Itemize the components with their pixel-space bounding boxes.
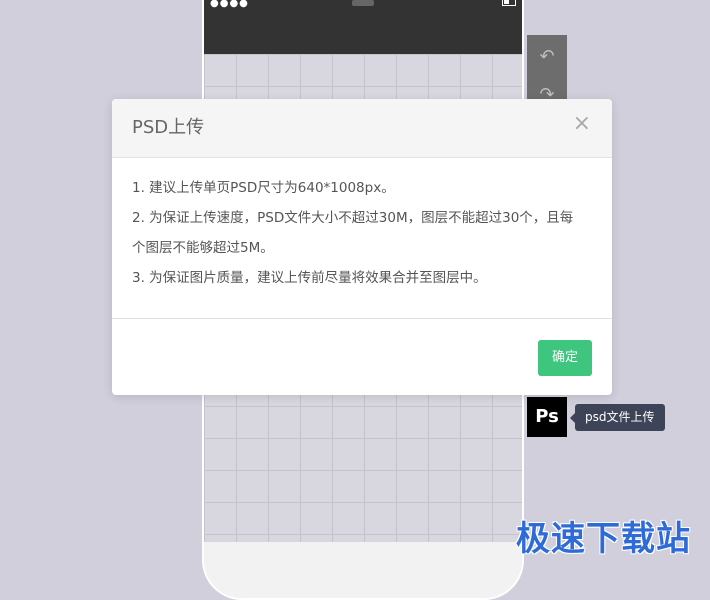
close-icon[interactable]: × (573, 113, 591, 135)
dialog-body: 1. 建议上传单页PSD尺寸为640*1008px。 2. 为保证上传速度，PS… (132, 173, 592, 293)
watermark-logo: 极速下载站 (516, 519, 691, 559)
phone-notch (352, 0, 374, 6)
instruction-line: 2. 为保证上传速度，PSD文件大小不超过30M，图层不能超过30个，且每 (132, 210, 574, 226)
side-toolbar: ↶ ↷ (527, 35, 567, 105)
phone-bottom-bezel (204, 542, 522, 598)
psd-upload-button[interactable]: Ps (527, 397, 567, 437)
instruction-line: 1. 建议上传单页PSD尺寸为640*1008px。 (132, 180, 395, 196)
dialog-header: PSD上传 × (112, 99, 612, 158)
psd-upload-tooltip: psd文件上传 (570, 404, 665, 431)
psd-upload-dialog: PSD上传 × 1. 建议上传单页PSD尺寸为640*1008px。 2. 为保… (112, 99, 612, 395)
instruction-line: 3. 为保证图片质量，建议上传前尽量将效果合并至图层中。 (132, 270, 487, 286)
undo-icon[interactable]: ↶ (527, 41, 567, 73)
battery-icon (502, 0, 516, 6)
dialog-title: PSD上传 (132, 117, 205, 138)
confirm-button[interactable]: 确定 (538, 340, 592, 376)
signal-dots-icon: ●●●● (210, 0, 249, 9)
dialog-footer: 确定 (112, 318, 612, 395)
phone-status-bar: ●●●● (204, 0, 522, 54)
instruction-line: 个图层不能够超过5M。 (132, 240, 274, 256)
